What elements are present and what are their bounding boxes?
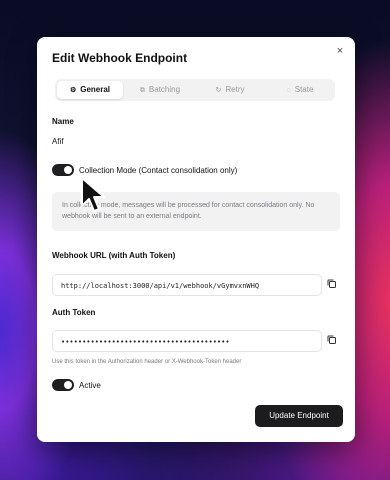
active-toggle[interactable] (52, 379, 74, 391)
update-endpoint-button[interactable]: Update Endpoint (255, 405, 343, 427)
tab-label: Batching (148, 85, 181, 94)
layers-icon: ⧉ (139, 87, 145, 94)
state-icon: ◌ (286, 87, 291, 94)
collection-mode-toggle[interactable] (52, 164, 74, 176)
auth-token-helper: Use this token in the Authorization head… (52, 359, 242, 365)
name-label: Name (52, 117, 74, 126)
dialog-title: Edit Webhook Endpoint (52, 51, 188, 65)
close-icon[interactable]: × (334, 45, 346, 57)
copy-icon[interactable] (326, 334, 338, 346)
name-input[interactable]: Afif (52, 137, 64, 146)
toggle-knob (64, 381, 72, 389)
gear-icon: ⚙ (69, 87, 77, 94)
retry-icon: ↻ (215, 87, 222, 94)
copy-icon[interactable] (326, 278, 338, 290)
active-label: Active (79, 381, 101, 390)
tab-bar: ⚙ General ⧉ Batching ↻ Retry ◌ State (55, 79, 335, 101)
tab-retry[interactable]: ↻ Retry (197, 81, 263, 99)
tab-label: Retry (225, 85, 245, 94)
webhook-url-label: Webhook URL (with Auth Token) (52, 251, 176, 260)
collection-mode-label: Collection Mode (Contact consolidation o… (79, 166, 238, 175)
webhook-url-field[interactable]: http://localhost:3000/api/v1/webhook/vGy… (52, 274, 322, 296)
tab-batching[interactable]: ⧉ Batching (127, 81, 193, 99)
auth-token-label: Auth Token (52, 308, 96, 317)
tab-general[interactable]: ⚙ General (57, 81, 123, 99)
toggle-knob (64, 166, 72, 174)
edit-webhook-dialog: Edit Webhook Endpoint × ⚙ General ⧉ Batchi… (37, 37, 355, 442)
auth-token-field[interactable]: •••••••••••••••••••••••••••••••••••••••• (52, 330, 322, 352)
tab-state[interactable]: ◌ State (267, 81, 333, 99)
tab-label: State (294, 85, 314, 94)
mouse-cursor-icon (81, 177, 105, 212)
tab-label: General (80, 85, 111, 94)
